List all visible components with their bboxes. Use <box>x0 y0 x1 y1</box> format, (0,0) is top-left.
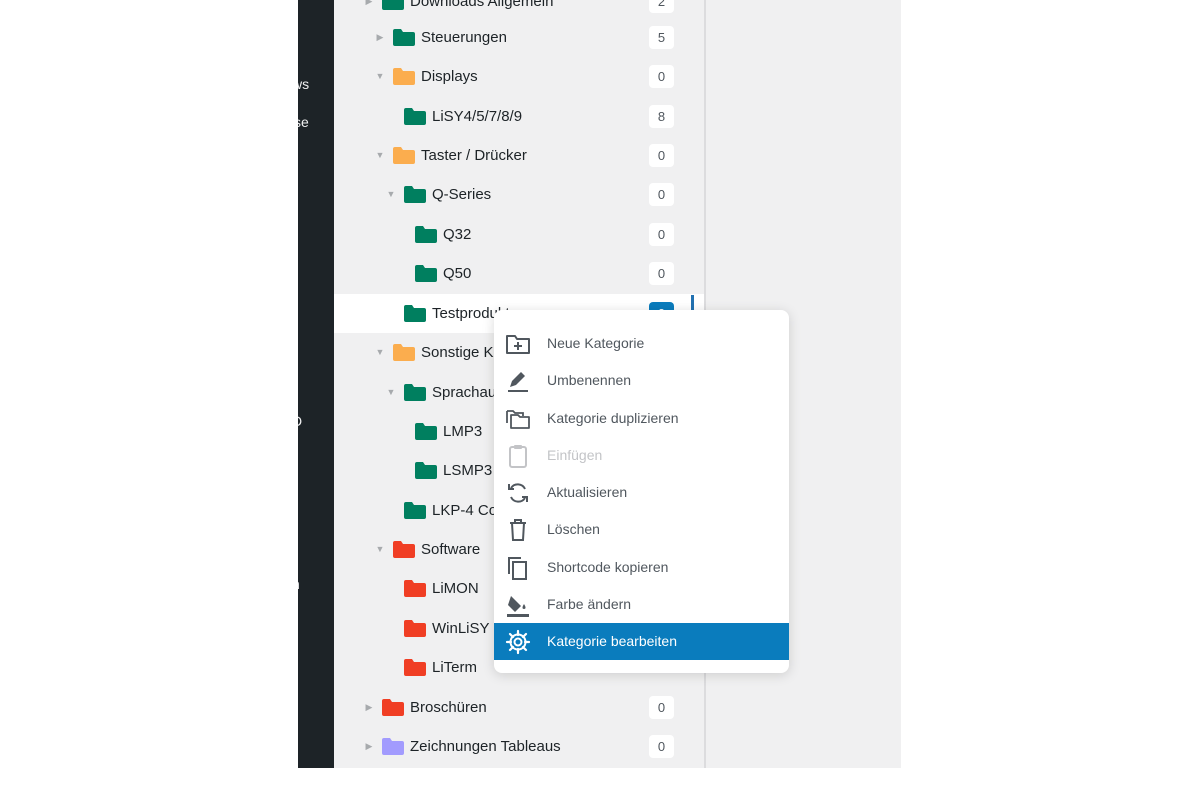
count-badge: 0 <box>649 735 674 758</box>
tree-row[interactable]: Q50 0 <box>334 254 704 293</box>
folder-icon <box>404 502 426 519</box>
wp-admin-sidebar: g ws se g D n <box>298 0 334 768</box>
count-badge: 0 <box>649 144 674 167</box>
menu-item-label: Neue Kategorie <box>547 335 645 351</box>
folder-icon <box>404 659 426 676</box>
menu-item-label: Einfügen <box>547 447 603 463</box>
menu-item-label: Löschen <box>547 521 600 537</box>
menu-item-label: Farbe ändern <box>547 596 632 612</box>
folder-icon <box>393 147 415 164</box>
folder-icon <box>404 108 426 125</box>
tree-label: Steuerungen <box>421 29 507 46</box>
count-badge: 0 <box>649 65 674 88</box>
folder-icon <box>382 699 404 716</box>
folder-icon <box>404 620 426 637</box>
folder-icon <box>393 344 415 361</box>
count-badge: 8 <box>649 105 674 128</box>
collapse-arrow-icon[interactable]: ▼ <box>385 175 397 214</box>
sidebar-item-fragment[interactable]: n <box>298 576 300 592</box>
folder-icon <box>404 186 426 203</box>
expand-arrow-icon[interactable]: ▶ <box>363 727 375 766</box>
collapse-arrow-icon[interactable]: ▼ <box>385 373 397 412</box>
menu-item-rename[interactable]: Umbenennen <box>494 362 789 399</box>
rename-pen-icon <box>508 372 528 392</box>
menu-item-refresh[interactable]: Aktualisieren <box>494 474 789 511</box>
folder-icon <box>393 29 415 46</box>
menu-item-change-color[interactable]: Farbe ändern <box>494 586 789 623</box>
collapse-arrow-icon[interactable]: ▼ <box>374 333 386 372</box>
tree-row[interactable]: ▼ Displays 0 <box>334 57 704 96</box>
tree-label: LiTerm <box>432 659 478 676</box>
folder-icon <box>415 423 437 440</box>
sidebar-item-fragment[interactable]: D <box>298 413 302 429</box>
folder-icon <box>404 305 426 322</box>
tree-row[interactable]: ▼ Taster / Drücker 0 <box>334 136 704 175</box>
folder-icon <box>415 462 437 479</box>
folder-icon <box>382 0 404 10</box>
menu-item-label: Umbenennen <box>547 372 632 388</box>
count-badge: 0 <box>649 223 674 246</box>
tree-label: Zeichnungen Tableaus <box>410 738 561 755</box>
menu-item-label: Aktualisieren <box>547 484 628 500</box>
menu-item-duplicate[interactable]: Kategorie duplizieren <box>494 400 789 437</box>
tree-label: WinLiSY <box>432 620 490 637</box>
tree-row[interactable]: ▶ Broschüren 0 <box>334 688 704 727</box>
folder-icon <box>393 68 415 85</box>
expand-arrow-icon[interactable]: ▶ <box>374 18 386 57</box>
folder-icon <box>415 226 437 243</box>
menu-item-label: Kategorie duplizieren <box>547 410 679 426</box>
tree-label: LiMON <box>432 580 479 597</box>
tree-label: LSMP3 <box>443 462 493 479</box>
refresh-icon <box>508 483 528 503</box>
collapse-arrow-icon[interactable]: ▼ <box>374 530 386 569</box>
expand-arrow-icon[interactable]: ▶ <box>363 688 375 727</box>
tree-label: Q32 <box>443 226 472 243</box>
count-badge: 2 <box>649 0 674 13</box>
tree-row[interactable]: ▼ Q-Series 0 <box>334 175 704 214</box>
count-badge: 0 <box>649 183 674 206</box>
context-menu: Neue Kategorie Umbenennen Kategorie dupl… <box>494 310 789 673</box>
gear-icon <box>505 629 531 655</box>
tree-label: Q50 <box>443 265 472 282</box>
menu-item-delete[interactable]: Löschen <box>494 511 789 548</box>
menu-item-paste[interactable]: Einfügen <box>494 437 789 474</box>
folder-plus-icon <box>506 335 530 354</box>
duplicate-folder-icon <box>506 410 530 429</box>
sidebar-item-fragment[interactable]: ws <box>298 76 309 92</box>
tree-row[interactable]: LiSY4/5/7/8/9 8 <box>334 97 704 136</box>
clipboard-icon <box>509 445 527 468</box>
tree-row[interactable]: Q32 0 <box>334 215 704 254</box>
menu-item-label: Shortcode kopieren <box>547 559 669 575</box>
count-badge: 5 <box>649 26 674 49</box>
collapse-arrow-icon[interactable]: ▼ <box>374 136 386 175</box>
tree-label: LMP3 <box>443 423 483 440</box>
tree-row[interactable]: ▶ Steuerungen 5 <box>334 18 704 57</box>
tree-label: Taster / Drücker <box>421 147 527 164</box>
menu-item-edit-category[interactable]: Kategorie bearbeiten <box>494 623 789 660</box>
collapse-arrow-icon[interactable]: ▼ <box>374 57 386 96</box>
tree-label: Software <box>421 541 481 558</box>
folder-icon <box>393 541 415 558</box>
tree-label: Broschüren <box>410 699 487 716</box>
sidebar-item-fragment[interactable]: se <box>298 114 309 130</box>
folder-icon <box>415 265 437 282</box>
tree-label: Displays <box>421 68 478 85</box>
folder-icon <box>404 384 426 401</box>
copy-icon <box>508 557 527 580</box>
menu-item-label: Kategorie bearbeiten <box>547 633 677 649</box>
tree-label: LiSY4/5/7/8/9 <box>432 108 523 125</box>
count-badge: 0 <box>649 696 674 719</box>
tree-label: Q-Series <box>432 186 492 203</box>
folder-icon <box>404 580 426 597</box>
count-badge: 0 <box>649 262 674 285</box>
tree-row[interactable]: ▶ Zeichnungen Tableaus 0 <box>334 727 704 766</box>
menu-item-copy-shortcode[interactable]: Shortcode kopieren <box>494 549 789 586</box>
paint-bucket-icon <box>507 596 529 617</box>
trash-icon <box>510 519 526 541</box>
menu-item-new-category[interactable]: Neue Kategorie <box>494 325 789 362</box>
folder-icon <box>382 738 404 755</box>
